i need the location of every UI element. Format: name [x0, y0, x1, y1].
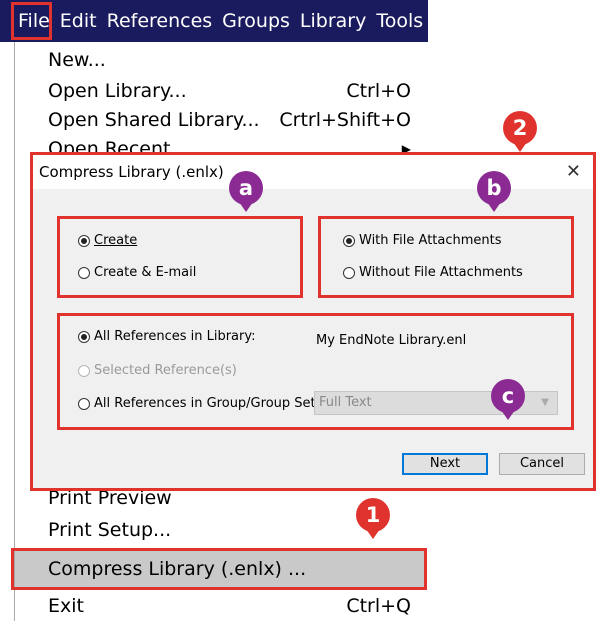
- step-2-badge-pointer: [513, 142, 527, 152]
- menu-edit[interactable]: Edit: [55, 10, 102, 32]
- annotation-b-badge: b: [477, 171, 511, 205]
- step-2-badge: 2: [503, 111, 537, 145]
- menu-item-open-shared-library[interactable]: Open Shared Library... Crtrl+Shift+O: [48, 105, 411, 135]
- menu-references[interactable]: References: [102, 10, 218, 32]
- menu-item-print-setup-label: Print Setup...: [48, 519, 172, 541]
- annotation-c-badge-pointer: [501, 410, 515, 420]
- highlight-compress-menu-item: [11, 548, 427, 590]
- shortcut-open-shared: Crtrl+Shift+O: [279, 109, 411, 131]
- menu-item-open-library[interactable]: Open Library... Ctrl+O: [48, 76, 411, 106]
- menu-item-open-library-label: Open Library...: [48, 80, 187, 102]
- highlight-group-a: [57, 216, 303, 298]
- shortcut-open-library: Ctrl+O: [346, 80, 411, 102]
- menu-bar: File Edit References Groups Library Tool…: [0, 0, 428, 42]
- annotation-b-badge-pointer: [487, 202, 501, 212]
- annotation-a-badge: a: [229, 171, 263, 205]
- menu-item-new-label: New...: [48, 49, 106, 71]
- highlight-group-b: [318, 216, 574, 298]
- menu-item-new[interactable]: New...: [48, 45, 411, 75]
- annotation-a-badge-pointer: [239, 202, 253, 212]
- step-1-badge: 1: [356, 498, 390, 532]
- menu-groups[interactable]: Groups: [217, 10, 295, 32]
- menu-library[interactable]: Library: [295, 10, 371, 32]
- step-1-badge-pointer: [366, 529, 380, 539]
- highlight-file-menu: [11, 2, 52, 40]
- shortcut-exit: Ctrl+Q: [346, 595, 411, 617]
- menu-tools[interactable]: Tools: [371, 10, 428, 32]
- highlight-group-c: [57, 313, 574, 430]
- menu-item-exit-label: Exit: [48, 595, 84, 617]
- annotation-c-badge: c: [491, 379, 525, 413]
- menu-item-open-shared-label: Open Shared Library...: [48, 109, 260, 131]
- menu-item-exit[interactable]: Exit Ctrl+Q: [48, 591, 411, 621]
